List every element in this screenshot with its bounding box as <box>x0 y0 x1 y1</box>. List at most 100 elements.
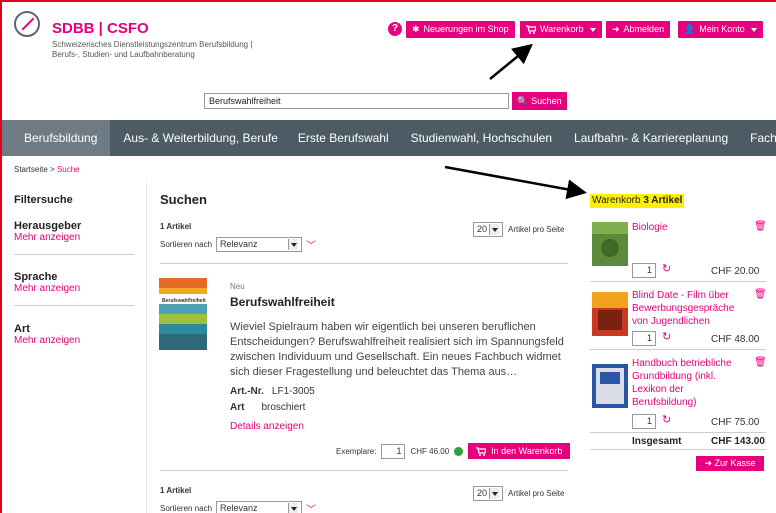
purchase-row: Exemplare: 1 CHF 46.00 In den Warenkorb <box>336 443 571 459</box>
book-cover-image[interactable]: Berufswahlfreiheit <box>159 278 207 350</box>
search-input[interactable] <box>204 93 509 109</box>
sort-value: Relevanz <box>220 503 258 513</box>
cart-item-price: CHF 20.00 <box>711 266 760 277</box>
cart-item-name[interactable]: Handbuch betriebliche Grundbildung (inkl… <box>632 357 742 409</box>
article-type-row: Art broschiert <box>230 402 305 413</box>
search-button[interactable]: 🔍 Suchen <box>512 92 567 110</box>
book-cover-title: Berufswahlfreiheit <box>162 298 206 304</box>
chevron-down-icon <box>489 224 499 235</box>
checkout-label: Zur Kasse <box>714 458 756 468</box>
product-price: CHF 46.00 <box>410 446 450 456</box>
divider <box>590 449 766 450</box>
per-page-value: 20 <box>477 488 488 498</box>
sort-label: Sortieren nach <box>160 240 213 249</box>
product-title[interactable]: Berufswahlfreiheit <box>230 295 335 309</box>
refresh-icon[interactable]: ↻ <box>662 330 671 343</box>
filter-label: Herausgeber <box>14 220 82 232</box>
article-type-value: broschiert <box>261 402 306 413</box>
divider <box>14 305 134 306</box>
quantity-input[interactable]: 1 <box>381 443 406 459</box>
cart-panel-count: 3 Artikel <box>643 195 683 206</box>
per-page-select[interactable]: 20 <box>473 486 503 501</box>
sort-direction-icon[interactable]: ﹀ <box>306 501 316 513</box>
main-nav: Berufsbildung Aus- & Weiterbildung, Beru… <box>2 120 776 156</box>
divider <box>14 254 134 255</box>
article-type-label: Art <box>230 402 245 413</box>
search-button-label: Suchen <box>531 96 562 106</box>
nav-item-studienwahl[interactable]: Studienwahl, Hochschulen <box>400 120 563 156</box>
page-frame: SDBB | CSFO Schweizerisches Dienstleistu… <box>0 0 776 513</box>
arrow-right-icon: ➜ <box>704 458 712 468</box>
divider <box>590 281 766 282</box>
nav-item-weiterbildung[interactable]: Aus- & Weiterbildung, Berufe <box>110 120 287 156</box>
chevron-down-icon <box>288 239 299 250</box>
cart-item-image[interactable] <box>592 364 628 408</box>
add-to-cart-button[interactable]: In den Warenkorb <box>468 443 571 459</box>
filter-group-language: Sprache Mehr anzeigen <box>14 271 134 306</box>
sort-control: Sortieren nach Relevanz ﹀ <box>160 237 316 252</box>
show-more-link[interactable]: Mehr anzeigen <box>14 232 134 243</box>
filter-title: Filtersuche <box>14 194 73 206</box>
refresh-icon[interactable]: ↻ <box>662 262 671 275</box>
show-more-link[interactable]: Mehr anzeigen <box>14 335 134 346</box>
breadcrumb-home[interactable]: Startseite <box>14 165 48 174</box>
chevron-down-icon <box>489 488 499 499</box>
cart-panel-header[interactable]: Warenkorb 3 Artikel <box>590 194 684 208</box>
show-more-link[interactable]: Mehr anzeigen <box>14 283 134 294</box>
breadcrumb-current[interactable]: Suche <box>57 165 80 174</box>
article-number-value: LF1-3005 <box>271 386 315 397</box>
divider <box>590 432 766 433</box>
cart-item-image[interactable] <box>592 222 628 266</box>
trash-icon[interactable]: 🗑 <box>754 357 767 368</box>
per-page-label: Artikel pro Seite <box>508 225 565 234</box>
trash-icon[interactable]: 🗑 <box>754 289 767 300</box>
cart-item-image[interactable] <box>592 292 628 336</box>
per-page-select[interactable]: 20 <box>473 222 503 237</box>
new-badge: Neu <box>230 282 245 291</box>
cart-quantity-input[interactable]: 1 <box>632 263 656 278</box>
breadcrumb-separator: > <box>50 165 55 174</box>
cart-icon <box>476 446 487 456</box>
sort-select[interactable]: Relevanz <box>216 501 303 513</box>
cart-panel-title: Warenkorb <box>592 195 641 206</box>
nav-item-berufsbildung[interactable]: Berufsbildung <box>2 120 111 156</box>
divider <box>160 470 568 471</box>
availability-icon <box>454 446 464 456</box>
cart-item-name[interactable]: Blind Date - Film über Bewerbungsgespräc… <box>632 289 744 328</box>
cart-item-price: CHF 48.00 <box>711 334 760 345</box>
sort-control-bottom: Sortieren nach Relevanz ﹀ <box>160 501 316 513</box>
filter-group-type: Art Mehr anzeigen <box>14 323 134 346</box>
per-page-control: 20 Artikel pro Seite <box>473 222 564 237</box>
sort-direction-icon[interactable]: ﹀ <box>306 237 316 252</box>
details-link[interactable]: Details anzeigen <box>230 421 304 432</box>
sort-label: Sortieren nach <box>160 504 213 513</box>
per-page-label: Artikel pro Seite <box>508 489 565 498</box>
cart-quantity-input[interactable]: 1 <box>632 414 656 429</box>
nav-item-erste-berufswahl[interactable]: Erste Berufswahl <box>287 120 400 156</box>
divider <box>590 349 766 350</box>
add-to-cart-label: In den Warenkorb <box>491 446 563 456</box>
trash-icon[interactable]: 🗑 <box>754 221 767 232</box>
nav-item-laufbahn[interactable]: Laufbahn- & Karriereplanung <box>563 120 739 156</box>
arrow-to-cart-button <box>489 43 533 80</box>
article-number-row: Art.-Nr. LF1-3005 <box>230 386 315 397</box>
cart-quantity-input[interactable]: 1 <box>632 331 656 346</box>
cart-total-label: Insgesamt <box>632 436 682 447</box>
filter-label: Art <box>14 323 30 335</box>
cart-item-price: CHF 75.00 <box>711 417 760 428</box>
page-title: Suchen <box>160 192 207 207</box>
per-page-value: 20 <box>477 224 488 234</box>
sort-select[interactable]: Relevanz <box>216 237 303 252</box>
divider <box>160 263 568 264</box>
search-icon: 🔍 <box>517 96 529 106</box>
result-count: 1 Artikel <box>160 222 192 231</box>
cart-item-name[interactable]: Biologie <box>632 221 732 234</box>
filter-group-publisher: Herausgeber Mehr anzeigen <box>14 220 134 255</box>
nav-item-fachpersonen[interactable]: Fachpersonen <box>739 120 776 156</box>
arrow-to-cart-panel <box>444 165 587 200</box>
refresh-icon[interactable]: ↻ <box>662 413 671 426</box>
checkout-button[interactable]: ➜ Zur Kasse <box>696 456 764 471</box>
quantity-label: Exemplare: <box>336 446 377 456</box>
result-count-bottom: 1 Artikel <box>160 486 192 495</box>
chevron-down-icon <box>288 503 299 513</box>
